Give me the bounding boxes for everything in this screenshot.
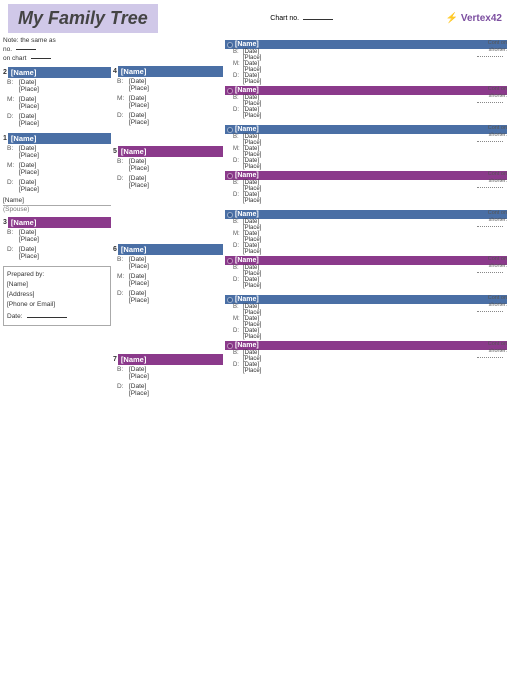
cont-area: Cont onshorter. [477, 171, 507, 188]
person2-name-bar: [Name] [8, 67, 111, 78]
spouse-label: (Spouse) [3, 206, 111, 213]
small-person-13: [Name] B: [Date] [Place] D: [Date] [Plac… [225, 256, 507, 289]
sp-name-bar: [Name] [225, 171, 507, 180]
column3: [Name] B: [Date] [Place] M: [Date] [Plac… [225, 36, 507, 401]
person3-name-bar: [Name] [8, 217, 111, 228]
sp-name-bar: [Name] [225, 86, 507, 95]
title: My Family Tree [8, 4, 158, 33]
logo: ⚡ Vertex42 [446, 13, 502, 24]
small-person-8: [Name] B: [Date] [Place] M: [Date] [Plac… [225, 40, 507, 85]
person4-name-bar: [Name] [118, 66, 223, 77]
person-2: 2 [Name] B:[Date] [Place] M:[Date] [Plac… [3, 67, 111, 127]
person6-name-bar: [Name] [118, 244, 223, 255]
header: My Family Tree Chart no. ⚡ Vertex42 [0, 0, 510, 36]
column2: 4 [Name] B:[Date] [Place] M:[Date] [Plac… [113, 36, 223, 401]
bullet-icon [227, 297, 233, 303]
cont-area: Cont onshorter. [477, 210, 507, 227]
chart-no: Chart no. [270, 15, 333, 22]
person-1: 1 [Name] B:[Date] [Place] M:[Date] [Plac… [3, 133, 111, 213]
bullet-icon [227, 258, 233, 264]
person7-name-bar: [Name] [118, 354, 223, 365]
cont-area: Cont onshorter. [477, 125, 507, 142]
bullet-icon [227, 127, 233, 133]
small-person-14: [Name] B: [Date] [Place] M: [Date] [Plac… [225, 295, 507, 340]
person1-name-bar: [Name] [8, 133, 111, 144]
person-4: 4 [Name] B:[Date] [Place] M:[Date] [Plac… [113, 66, 223, 126]
spouse-name: [Name] [3, 197, 111, 206]
small-person-11: [Name] B: [Date] [Place] D: [Date] [Plac… [225, 171, 507, 204]
note-box: Note: the same as no. on chart [3, 36, 111, 63]
person-5: 5 [Name] B:[Date] [Place] D:[Date] [Plac… [113, 146, 223, 189]
person5-name-bar: [Name] [118, 146, 223, 157]
sp-name-bar: [Name] [225, 295, 507, 304]
sp-name-bar: [Name] [225, 341, 507, 350]
cont-area: Cont onshorter. [477, 295, 507, 312]
bullet-icon [227, 212, 233, 218]
column1: Note: the same as no. on chart 2 [Name] … [3, 36, 111, 401]
person-6: 6 [Name] B:[Date] [Place] M:[Date] [Plac… [113, 244, 223, 304]
small-person-10: [Name] B: [Date] [Place] M: [Date] [Plac… [225, 125, 507, 170]
small-person-12: [Name] B: [Date] [Place] M: [Date] [Plac… [225, 210, 507, 255]
small-person-9: [Name] B: [Date] [Place] D: [Date] [Plac… [225, 86, 507, 119]
bullet-icon [227, 88, 233, 94]
sp-name-bar: [Name] [225, 210, 507, 219]
bullet-icon [227, 173, 233, 179]
cont-area: Cont onshorter. [477, 86, 507, 103]
sp-name-bar: [Name] [225, 125, 507, 134]
sp-name-bar: [Name] [225, 256, 507, 265]
small-person-15: [Name] B: [Date] [Place] D: [Date] [Plac… [225, 341, 507, 374]
person-3: 3 [Name] B:[Date] [Place] D:[Date] [Plac… [3, 217, 111, 260]
cont-area: Cont onshorter. [477, 256, 507, 273]
person-7: 7 [Name] B:[Date] [Place] D:[Date] [Plac… [113, 354, 223, 397]
bullet-icon [227, 42, 233, 48]
cont-area: Cont onshorter. [477, 341, 507, 358]
prepared-box: Prepared by: [Name] [Address] [Phone or … [3, 266, 111, 326]
cont-area: Cont onshorter. [477, 40, 507, 57]
sp-name-bar: [Name] [225, 40, 507, 49]
bullet-icon [227, 343, 233, 349]
